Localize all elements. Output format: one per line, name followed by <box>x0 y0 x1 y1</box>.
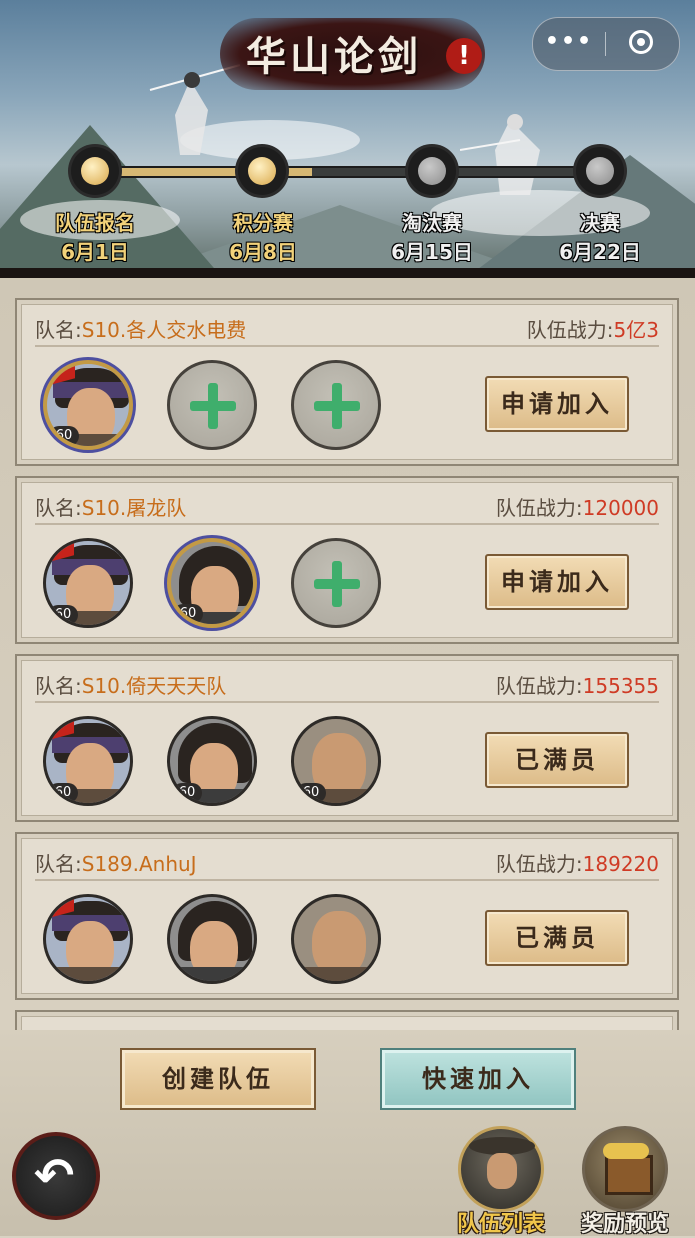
level-badge: 60 <box>172 783 202 803</box>
create-team-button[interactable]: 创建队伍 <box>120 1048 316 1110</box>
stage-name: 淘汰赛 <box>402 211 462 235</box>
level-badge: 60 <box>173 604 203 624</box>
back-button[interactable]: ↶ <box>12 1132 100 1220</box>
team-card: 队名:S189.AnhuJ 队伍战力:189220 已满员 <box>15 832 679 1000</box>
team-name: 队名:S10.各人交水电费 <box>35 318 247 342</box>
member-avatar[interactable] <box>43 894 133 984</box>
nav-label: 队伍列表 <box>456 1212 545 1237</box>
team-name: 队名:S10.屠龙队 <box>35 496 187 520</box>
card-divider <box>35 345 659 347</box>
team-card: 队名:S10.倚天天天队 队伍战力:155355 60 60 60 已满员 <box>15 654 679 822</box>
more-icon[interactable]: ••• <box>533 18 605 70</box>
title-exclamation: ! <box>446 38 482 74</box>
stage-progress-track <box>95 166 600 178</box>
member-avatar[interactable]: 60 <box>167 716 257 806</box>
back-arrow-icon: ↶ <box>34 1148 75 1204</box>
team-name: 队名:S189.AnhuJ <box>35 852 197 876</box>
stage-node-knockout <box>408 147 456 195</box>
nav-reward-preview[interactable]: 奖励预览 <box>570 1126 680 1237</box>
stage-date: 6月15日 <box>391 240 473 264</box>
header-divider <box>0 268 695 278</box>
nav-label: 奖励预览 <box>580 1212 669 1237</box>
quick-join-button[interactable]: 快速加入 <box>380 1048 576 1110</box>
swordsman-illustration <box>460 114 540 195</box>
mini-program-capsule: ••• <box>532 17 680 71</box>
team-power: 队伍战力:189220 <box>495 852 659 876</box>
stage-name: 决赛 <box>580 211 620 235</box>
stage-node-final <box>576 147 624 195</box>
swordsman-icon <box>458 1126 544 1212</box>
page-title: 华山论剑 <box>246 33 422 80</box>
member-avatar[interactable]: 60 <box>43 360 133 450</box>
team-card: 队名:S10.各人交水电费 队伍战力:5亿3 60 申请加入 <box>15 298 679 466</box>
member-avatar[interactable] <box>291 894 381 984</box>
nav-team-list[interactable]: 队伍列表 <box>446 1126 556 1237</box>
card-divider <box>35 879 659 881</box>
apply-join-button[interactable]: 申请加入 <box>485 554 629 610</box>
member-avatar[interactable] <box>167 894 257 984</box>
stage-date: 6月22日 <box>559 240 641 264</box>
team-full-button[interactable]: 已满员 <box>485 910 629 966</box>
team-power: 队伍战力:120000 <box>495 496 659 520</box>
footer-bar: 创建队伍 快速加入 ↶ 队伍列表 奖励预览 <box>0 1030 695 1237</box>
empty-member-slot[interactable] <box>291 538 381 628</box>
team-card-partial <box>15 1010 679 1030</box>
team-full-button[interactable]: 已满员 <box>485 732 629 788</box>
card-divider <box>35 701 659 703</box>
capsule-divider <box>605 32 606 56</box>
treasure-chest-icon <box>582 1126 668 1212</box>
member-avatar[interactable]: 60 <box>43 716 133 806</box>
empty-member-slot[interactable] <box>167 360 257 450</box>
stage-date: 6月8日 <box>229 240 297 264</box>
team-card: 队名:S10.屠龙队 队伍战力:120000 60 60 申请加入 <box>15 476 679 644</box>
level-badge: 60 <box>48 605 78 625</box>
member-avatar[interactable]: 60 <box>167 538 257 628</box>
member-avatar[interactable]: 60 <box>291 716 381 806</box>
member-avatar[interactable]: 60 <box>43 538 133 628</box>
team-power: 队伍战力:5亿3 <box>526 318 659 342</box>
stage-name: 积分赛 <box>233 211 293 235</box>
stage-date: 6月1日 <box>61 240 129 264</box>
close-target-icon[interactable] <box>629 30 653 54</box>
event-header: 华山论剑 ! ••• 队伍报名 6月1日 积分赛 6月8日 淘汰赛 6月15日 … <box>0 0 695 275</box>
level-badge: 60 <box>49 426 79 446</box>
apply-join-button[interactable]: 申请加入 <box>485 376 629 432</box>
empty-member-slot[interactable] <box>291 360 381 450</box>
team-list[interactable]: 队名:S10.各人交水电费 队伍战力:5亿3 60 申请加入 队名:S10.屠龙… <box>0 278 695 1030</box>
stage-name: 队伍报名 <box>55 211 135 235</box>
team-name: 队名:S10.倚天天天队 <box>35 674 227 698</box>
level-badge: 60 <box>296 783 326 803</box>
stage-node-points <box>238 147 286 195</box>
level-badge: 60 <box>48 783 78 803</box>
card-divider <box>35 523 659 525</box>
team-power: 队伍战力:155355 <box>495 674 659 698</box>
stage-node-registration <box>71 147 119 195</box>
